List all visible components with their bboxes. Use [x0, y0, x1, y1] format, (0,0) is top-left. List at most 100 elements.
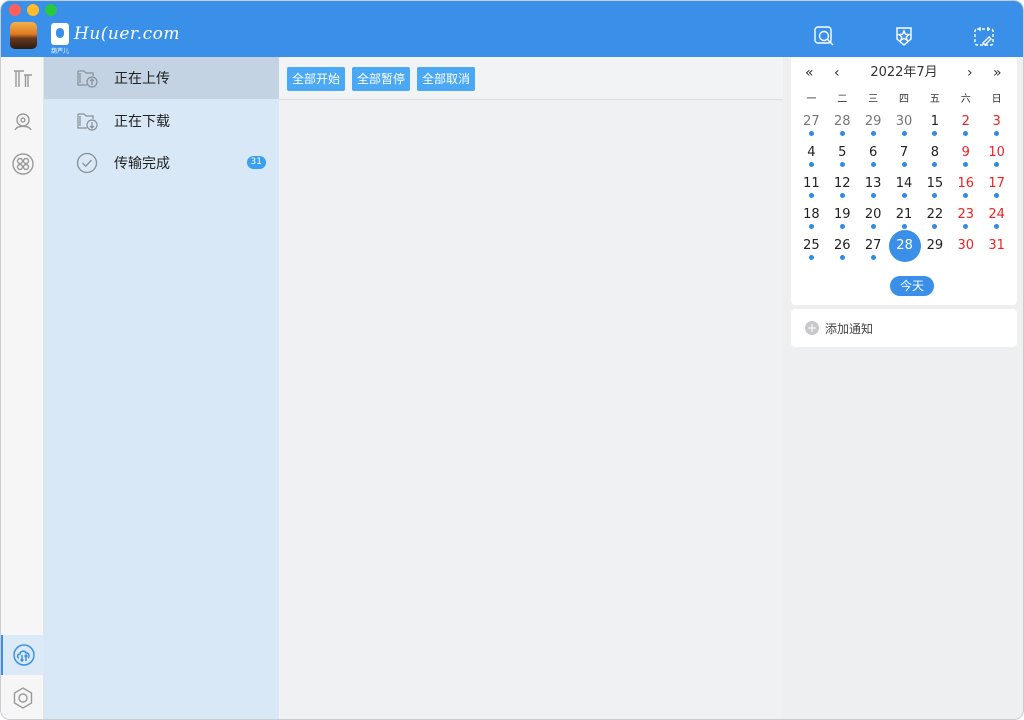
event-dot-icon	[963, 131, 969, 136]
rail-text-tool[interactable]	[1, 59, 44, 99]
nav-item-label: 正在下载	[114, 114, 170, 130]
event-dot-icon	[994, 193, 1000, 198]
calendar-day[interactable]: 30	[889, 113, 920, 144]
calendar-day[interactable]: 8	[919, 144, 950, 175]
transfer-list-area	[279, 100, 783, 719]
calendar-day[interactable]: 24	[981, 206, 1012, 237]
today-button[interactable]: 今天	[890, 276, 934, 296]
maximize-window-button[interactable]	[45, 4, 57, 16]
calendar-day-number: 27	[803, 114, 820, 129]
calendar-day[interactable]: 22	[919, 206, 950, 237]
event-dot-icon	[870, 255, 876, 260]
calendar-day[interactable]: 27	[796, 113, 827, 144]
calendar-day-number: 9	[961, 145, 970, 160]
calendar-day-number: 29	[926, 238, 944, 253]
start-all-button[interactable]: 全部开始	[287, 67, 346, 91]
next-year-button[interactable]: »	[993, 63, 1002, 83]
calendar-day[interactable]: 31	[981, 237, 1012, 268]
next-month-button[interactable]: ›	[967, 63, 973, 83]
calendar-day[interactable]: 3	[981, 113, 1012, 144]
rail-apps[interactable]	[1, 144, 44, 184]
calendar-day[interactable]: 11	[796, 175, 827, 206]
calendar-header: « ‹ 2022年7月 › »	[791, 63, 1017, 83]
completed-count-badge: 31	[246, 156, 266, 169]
calendar-day[interactable]: 19	[827, 206, 858, 237]
event-dot-icon	[932, 131, 938, 136]
weekday-label: 三	[868, 94, 879, 105]
calendar-day-number: 14	[895, 176, 913, 191]
calendar-day-today[interactable]: 28	[888, 230, 921, 268]
calendar-day[interactable]: 2	[950, 113, 981, 144]
weekday-label: 四	[899, 94, 909, 105]
calendar-day[interactable]: 17	[981, 175, 1012, 206]
calendar-day-number: 4	[807, 145, 816, 160]
calendar-day-number: 29	[864, 114, 882, 129]
cancel-all-button[interactable]: 全部取消	[417, 67, 476, 91]
calendar-edit-icon[interactable]	[973, 25, 995, 47]
calendar-day[interactable]: 29	[858, 113, 889, 144]
calendar-day[interactable]: 7	[889, 144, 920, 175]
calendar-day-number: 3	[992, 114, 1001, 129]
calendar-day-number: 27	[864, 238, 882, 253]
calendar-day[interactable]: 1	[919, 113, 950, 144]
event-dot-icon	[839, 224, 845, 229]
calendar-day[interactable]: 16	[950, 175, 981, 206]
rail-settings[interactable]	[1, 678, 44, 718]
calendar-day[interactable]: 20	[858, 206, 889, 237]
calendar-day[interactable]: 30	[950, 237, 981, 268]
calendar-day[interactable]: 14	[889, 175, 920, 206]
rail-network[interactable]	[1, 102, 44, 142]
user-avatar[interactable]	[10, 22, 37, 49]
calendar-day[interactable]: 27	[858, 237, 889, 268]
calendar-day[interactable]: 6	[858, 144, 889, 175]
nav-item-completed[interactable]: 传输完成 31	[44, 142, 279, 184]
calendar-day[interactable]: 10	[981, 144, 1012, 175]
calendar-day[interactable]: 28	[827, 113, 858, 144]
calendar-day[interactable]: 18	[796, 206, 827, 237]
event-dot-icon	[963, 193, 969, 198]
nav-item-downloading[interactable]: 正在下载	[44, 100, 279, 142]
calendar-day-number: 26	[834, 238, 851, 253]
calendar-day-number: 21	[895, 207, 913, 222]
nav-item-uploading[interactable]: 正在上传	[44, 57, 279, 99]
check-circle-icon	[76, 152, 98, 174]
pause-all-button[interactable]: 全部暂停	[352, 67, 411, 91]
app-logo: Hu(uer.com 葫芦儿	[51, 19, 180, 55]
search-view-icon[interactable]	[813, 25, 835, 47]
calendar-day[interactable]: 26	[827, 237, 858, 268]
plus-circle-icon: +	[805, 321, 819, 335]
favorite-badge-icon[interactable]	[893, 25, 915, 47]
calendar-day[interactable]: 9	[950, 144, 981, 175]
calendar-day-number: 31	[988, 238, 1005, 253]
calendar-day[interactable]: 29	[919, 237, 950, 268]
calendar-day[interactable]: 13	[858, 175, 889, 206]
event-dot-icon	[901, 193, 907, 198]
event-dot-icon	[963, 224, 969, 229]
calendar-day-number: 12	[834, 176, 851, 191]
calendar-day[interactable]: 5	[827, 144, 858, 175]
calendar-day-number: 13	[864, 176, 882, 191]
event-dot-icon	[870, 162, 876, 167]
add-notification-row[interactable]: + 添加通知	[791, 309, 1017, 347]
calendar-day[interactable]: 15	[919, 175, 950, 206]
event-dot-icon	[932, 224, 938, 229]
transfer-toolbar: 全部开始 全部暂停 全部取消	[279, 57, 783, 100]
calendar-day[interactable]: 23	[950, 206, 981, 237]
minimize-window-button[interactable]	[27, 4, 39, 16]
calendar-day-number: 24	[988, 207, 1005, 222]
transfer-nav: 正在上传 正在下载 传输完成 31	[44, 57, 279, 719]
event-dot-icon	[932, 193, 938, 198]
cloud-transfer-icon	[12, 644, 35, 666]
app-window: Hu(uer.com 葫芦儿 正在上传 正在下载 传输完成 31 全部开始 全部…	[0, 0, 1024, 720]
event-dot-icon	[808, 255, 814, 260]
event-dot-icon	[870, 224, 876, 229]
calendar-day[interactable]: 25	[796, 237, 827, 268]
rail-transfer[interactable]	[1, 635, 44, 675]
folder-download-icon	[76, 110, 98, 132]
calendar-day-number: 28	[888, 230, 921, 262]
calendar-week-row: 4 5 6 7 8 9 10	[796, 144, 1012, 175]
close-window-button[interactable]	[9, 4, 21, 16]
calendar-day-number: 18	[803, 207, 820, 222]
calendar-day[interactable]: 4	[796, 144, 827, 175]
calendar-day[interactable]: 12	[827, 175, 858, 206]
